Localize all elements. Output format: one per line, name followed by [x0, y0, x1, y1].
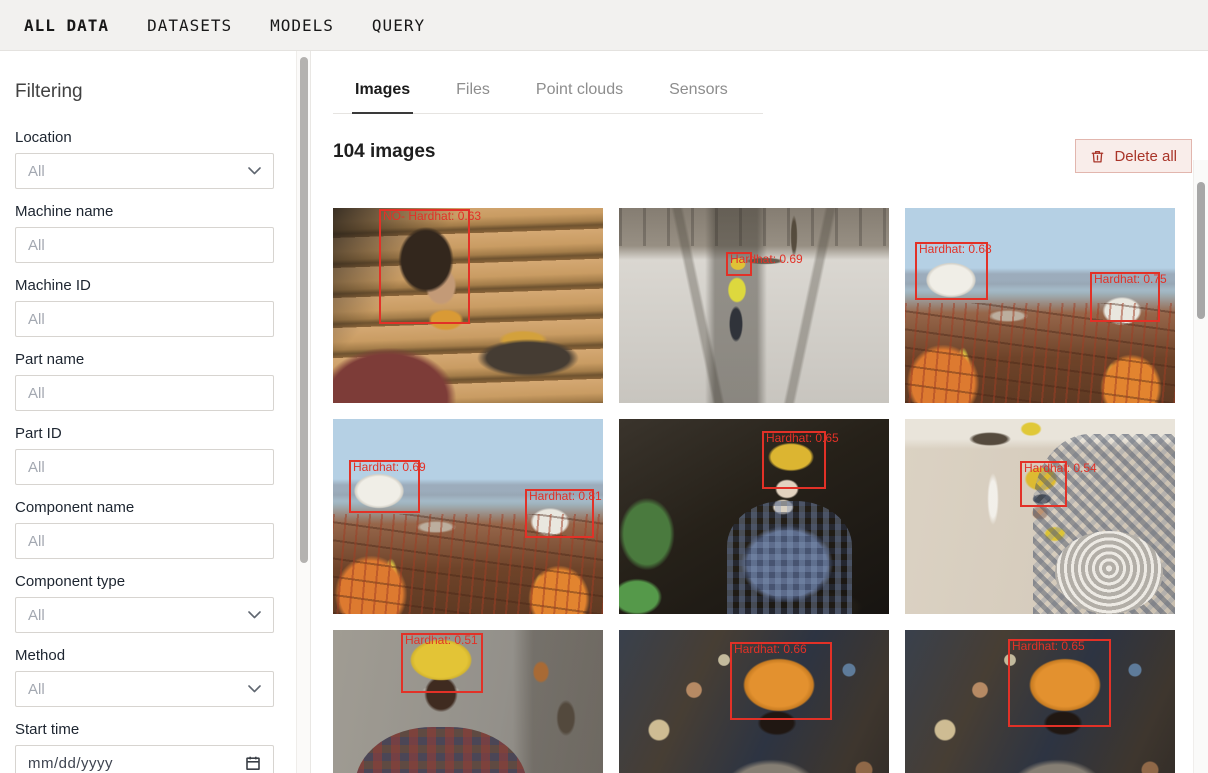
image-thumbnail: [619, 208, 889, 403]
nav-item-models[interactable]: MODELS: [270, 16, 334, 35]
calendar-icon: [245, 755, 261, 771]
detection-box: Hardhat: 0.69: [726, 252, 752, 276]
image-count-label: 104 images: [333, 141, 435, 163]
start-time-date-input[interactable]: mm/dd/yyyy: [15, 745, 274, 773]
chevron-down-icon: [248, 167, 261, 175]
detection-label: Hardhat: 0.65: [1012, 639, 1085, 653]
nav-item-query[interactable]: QUERY: [372, 16, 425, 35]
date-placeholder: mm/dd/yyyy: [28, 755, 113, 772]
image-grid: NO- Hardhat: 0.63Hardhat: 0.69Hardhat: 0…: [333, 208, 1177, 773]
detection-label: Hardhat: 0.68: [919, 242, 992, 256]
select-value: All: [28, 163, 45, 180]
filter-label-machine-name: Machine name: [15, 203, 296, 220]
filter-sidebar: Filtering Location All Machine name Machine…: [0, 51, 296, 773]
image-tile[interactable]: Hardhat: 0.69 Hardhat: 0.81: [333, 419, 603, 614]
media-tabs: Images Files Point clouds Sensors: [333, 75, 763, 114]
filter-label-part-name: Part name: [15, 351, 296, 368]
image-thumbnail: [619, 419, 889, 614]
select-value: All: [28, 681, 45, 698]
trash-icon: [1090, 149, 1105, 164]
detection-label: NO- Hardhat: 0.63: [383, 209, 481, 223]
detection-box: Hardhat: 0.68: [915, 242, 988, 300]
tab-point-clouds[interactable]: Point clouds: [533, 75, 626, 113]
detection-box: Hardhat: 0.75: [1090, 272, 1160, 322]
main-scrollbar-thumb[interactable]: [1197, 182, 1205, 319]
detection-box: Hardhat: 0.66: [730, 642, 832, 720]
filter-label-part-id: Part ID: [15, 425, 296, 442]
image-tile[interactable]: Hardhat: 0.51: [333, 630, 603, 773]
detection-label: Hardhat: 0.75: [1094, 272, 1167, 286]
detection-label: Hardhat: 0.69: [730, 252, 803, 266]
select-value: All: [28, 607, 45, 624]
component-type-select[interactable]: All: [15, 597, 274, 633]
tab-images[interactable]: Images: [352, 75, 413, 114]
image-tile[interactable]: Hardhat: 0.69: [619, 208, 889, 403]
component-name-input[interactable]: [15, 523, 274, 559]
tab-sensors[interactable]: Sensors: [666, 75, 731, 113]
detection-box: Hardhat: 0.69: [349, 460, 420, 513]
chevron-down-icon: [248, 685, 261, 693]
filter-label-location: Location: [15, 129, 296, 146]
sidebar-scrollbar-thumb[interactable]: [300, 57, 308, 563]
image-thumbnail: [905, 419, 1175, 614]
image-tile[interactable]: Hardhat: 0.68 Hardhat: 0.75: [905, 208, 1175, 403]
detection-box: NO- Hardhat: 0.63: [379, 209, 470, 324]
detection-box: Hardhat: 0.81: [525, 489, 594, 538]
location-select[interactable]: All: [15, 153, 274, 189]
image-tile[interactable]: Hardhat: 0.66: [619, 630, 889, 773]
detection-label: Hardhat: 0.66: [734, 642, 807, 656]
method-select[interactable]: All: [15, 671, 274, 707]
detection-label: Hardhat: 0.69: [353, 460, 426, 474]
detection-box: Hardhat: 0.51: [401, 633, 483, 693]
machine-id-input[interactable]: [15, 301, 274, 337]
top-navbar: ALL DATA DATASETS MODELS QUERY: [0, 0, 1208, 51]
tab-files[interactable]: Files: [453, 75, 493, 113]
part-name-input[interactable]: [15, 375, 274, 411]
image-tile[interactable]: Hardhat: 0.54: [905, 419, 1175, 614]
machine-name-input[interactable]: [15, 227, 274, 263]
detection-box: Hardhat: 0.54: [1020, 461, 1067, 507]
detection-box: Hardhat: 0.65: [1008, 639, 1111, 727]
image-tile[interactable]: NO- Hardhat: 0.63: [333, 208, 603, 403]
nav-item-datasets[interactable]: DATASETS: [147, 16, 232, 35]
filter-form: Location All Machine name Machine ID Part na…: [15, 129, 296, 773]
filter-label-start-time: Start time: [15, 721, 296, 738]
image-tile[interactable]: Hardhat: 0.65: [905, 630, 1175, 773]
detection-label: Hardhat: 0.65: [766, 431, 839, 445]
detection-label: Hardhat: 0.81: [529, 489, 602, 503]
main-scrollbar[interactable]: [1193, 160, 1208, 773]
chevron-down-icon: [248, 611, 261, 619]
nav-item-all-data[interactable]: ALL DATA: [24, 16, 109, 35]
detection-label: Hardhat: 0.54: [1024, 461, 1097, 475]
delete-all-button[interactable]: Delete all: [1075, 139, 1192, 173]
filter-label-machine-id: Machine ID: [15, 277, 296, 294]
part-id-input[interactable]: [15, 449, 274, 485]
filter-label-component-type: Component type: [15, 573, 296, 590]
filter-label-component-name: Component name: [15, 499, 296, 516]
sidebar-title: Filtering: [15, 81, 296, 103]
filter-label-method: Method: [15, 647, 296, 664]
app-window: ALL DATA DATASETS MODELS QUERY Filtering Lo…: [0, 0, 1208, 773]
delete-all-label: Delete all: [1114, 148, 1177, 165]
sidebar-scrollbar[interactable]: [296, 51, 311, 773]
detection-label: Hardhat: 0.51: [405, 633, 478, 647]
detection-box: Hardhat: 0.65: [762, 431, 826, 489]
image-tile[interactable]: Hardhat: 0.65: [619, 419, 889, 614]
